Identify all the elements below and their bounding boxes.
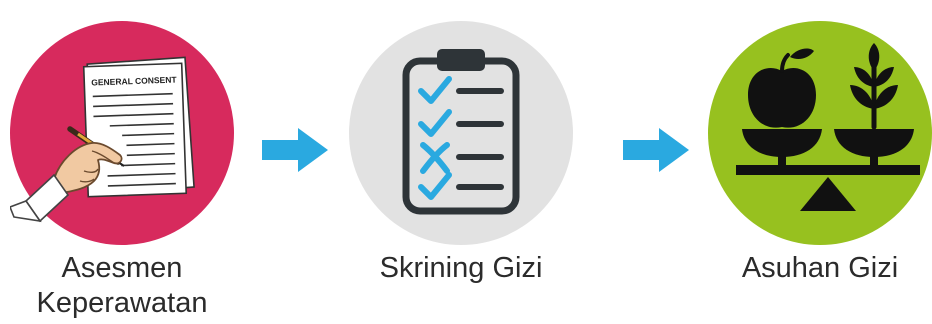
asuhan-circle <box>708 21 932 245</box>
apple-icon <box>748 48 816 128</box>
step-label-skrining: Skrining Gizi <box>379 252 543 284</box>
balance-scale-icon <box>736 43 920 211</box>
signing-document-icon: GENERAL CONSENT <box>10 56 195 223</box>
document-icon: GENERAL CONSENT <box>82 62 188 198</box>
plant-icon <box>850 43 898 130</box>
step-label-asuhan: Asuhan Gizi <box>741 252 899 284</box>
clipboard-clip-icon <box>437 49 485 71</box>
arrow-right-icon <box>262 128 328 172</box>
checklist-clipboard-icon <box>402 49 520 215</box>
arrow-right-icon <box>623 128 689 172</box>
asesmen-circle: GENERAL CONSENT <box>10 21 234 245</box>
skrining-circle <box>349 21 573 245</box>
step-label-asesmen-line1: Asesmen <box>61 252 183 284</box>
step-label-asesmen-line2: Keperawatan <box>36 287 208 319</box>
